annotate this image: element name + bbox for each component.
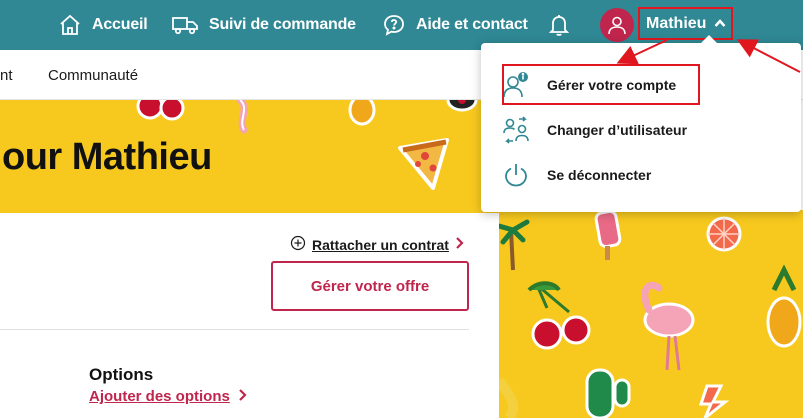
flamingo-sticker-2 bbox=[641, 281, 695, 371]
side-sticker-pattern bbox=[499, 210, 802, 418]
flamingo-sticker bbox=[236, 100, 248, 134]
home-icon bbox=[58, 13, 82, 37]
lightning-sticker bbox=[698, 384, 730, 418]
nav-help-label: Aide et contact bbox=[416, 16, 528, 33]
menu-item-logout[interactable]: Se déconnecter bbox=[501, 155, 651, 195]
cherries-sticker bbox=[136, 100, 185, 121]
nav-home[interactable]: Accueil bbox=[58, 0, 148, 50]
chevron-right-icon bbox=[238, 388, 247, 405]
banner-title: our Mathieu bbox=[2, 136, 212, 178]
side-decorative-pattern bbox=[499, 210, 803, 418]
help-bubble-icon bbox=[382, 13, 406, 37]
main-content: Rattacher un contrat Gérer votre offre O… bbox=[0, 213, 499, 418]
truck-icon bbox=[171, 13, 199, 37]
menu-item-label: Changer d’utilisateur bbox=[547, 122, 688, 138]
user-avatar[interactable] bbox=[600, 8, 634, 42]
palm-tree-sticker bbox=[499, 219, 530, 271]
add-options-link[interactable]: Ajouter des options bbox=[89, 388, 247, 405]
user-name-label: Mathieu bbox=[646, 14, 707, 32]
nav-order-tracking-label: Suivi de commande bbox=[209, 16, 356, 33]
banana-sticker bbox=[499, 377, 519, 418]
manage-offer-button[interactable]: Gérer votre offre bbox=[271, 261, 469, 311]
chevron-right-icon bbox=[455, 236, 464, 254]
attach-contract-link[interactable]: Rattacher un contrat bbox=[290, 235, 464, 254]
pineapple-sticker-2 bbox=[766, 264, 802, 348]
sneaker-sticker bbox=[446, 100, 478, 112]
bell-icon bbox=[547, 12, 571, 38]
options-heading: Options bbox=[89, 365, 154, 384]
cactus-sticker bbox=[585, 368, 631, 418]
switch-user-icon bbox=[501, 115, 531, 145]
cherries-sticker-2 bbox=[527, 281, 591, 350]
section-divider bbox=[0, 329, 469, 330]
grapefruit-sticker bbox=[706, 216, 742, 252]
greeting-banner: our Mathieu bbox=[0, 100, 499, 213]
pizza-slice-sticker bbox=[398, 138, 449, 190]
add-options-label: Ajouter des options bbox=[89, 388, 230, 405]
popsicle-sticker bbox=[594, 210, 622, 260]
subnav-item-community[interactable]: Communauté bbox=[48, 50, 138, 100]
user-icon bbox=[608, 16, 626, 35]
nav-order-tracking[interactable]: Suivi de commande bbox=[171, 0, 356, 50]
annotation-highlight-box bbox=[502, 64, 700, 105]
nav-home-label: Accueil bbox=[92, 16, 148, 33]
chevron-up-icon bbox=[714, 15, 726, 33]
menu-item-label: Se déconnecter bbox=[547, 167, 652, 183]
power-icon bbox=[501, 160, 531, 190]
attach-contract-label: Rattacher un contrat bbox=[312, 236, 449, 253]
pineapple-sticker bbox=[348, 100, 376, 126]
menu-item-switch-user[interactable]: Changer d’utilisateur bbox=[501, 110, 687, 150]
subnav-item-partial[interactable]: nt bbox=[0, 50, 13, 100]
plus-circle-icon bbox=[290, 235, 306, 254]
user-menu-button[interactable]: Mathieu bbox=[638, 7, 733, 40]
